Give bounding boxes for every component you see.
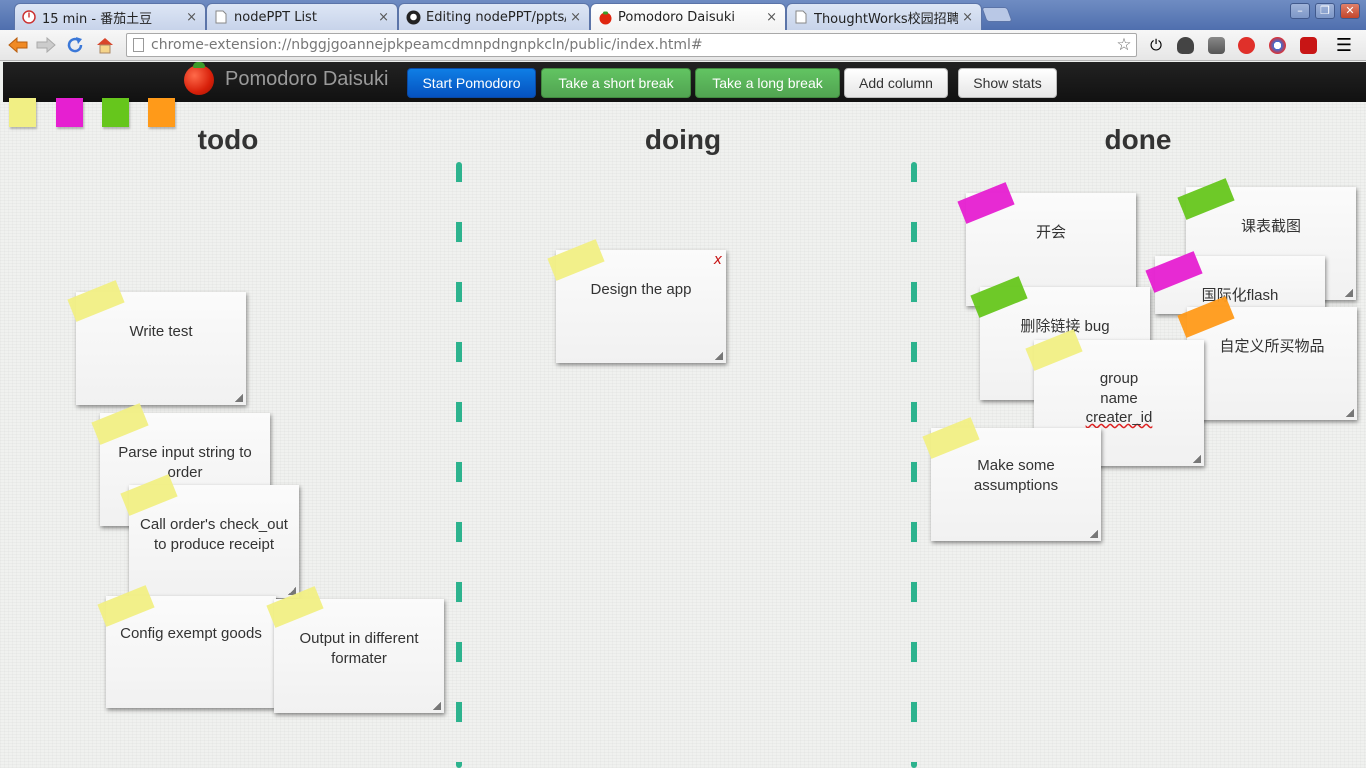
- tab-title: Editing nodePPT/ppts/d: [426, 9, 567, 25]
- menu-icon[interactable]: ☰: [1333, 34, 1355, 56]
- pocket-icon[interactable]: [1208, 37, 1225, 54]
- new-tab-button[interactable]: [981, 7, 1013, 22]
- home-icon[interactable]: [94, 34, 116, 56]
- close-icon[interactable]: ×: [766, 10, 777, 25]
- browser-tab-thoughtworks[interactable]: ThoughtWorks校园招聘 ×: [786, 3, 982, 30]
- bookmark-star-icon[interactable]: ☆: [1112, 35, 1136, 55]
- browser-tab-github[interactable]: Editing nodePPT/ppts/d ×: [398, 3, 590, 30]
- resize-handle[interactable]: [1193, 455, 1201, 463]
- card-text-line: name: [1100, 390, 1138, 407]
- green-note-swatch[interactable]: [102, 98, 129, 127]
- show-stats-button[interactable]: Show stats: [958, 68, 1057, 98]
- card-text: 开会: [1035, 224, 1066, 241]
- column-divider: [911, 162, 917, 768]
- card-text-line: creater_id: [1085, 409, 1153, 426]
- card-text: Config exempt goods: [120, 625, 262, 642]
- page-icon: [133, 38, 144, 52]
- tab-title: ThoughtWorks校园招聘: [814, 11, 959, 27]
- long-break-button[interactable]: Take a long break: [695, 68, 840, 98]
- reload-icon[interactable]: [64, 34, 86, 56]
- tomato-logo-icon: [184, 65, 214, 95]
- column-divider: [456, 162, 462, 768]
- resize-handle[interactable]: [715, 352, 723, 360]
- resize-handle[interactable]: [433, 702, 441, 710]
- card-text: 课表截图: [1240, 218, 1301, 235]
- page-icon: [213, 9, 229, 25]
- app-brand[interactable]: Pomodoro Daisuki: [225, 68, 388, 91]
- card-text: 自定义所买物品: [1219, 338, 1325, 355]
- url-text: chrome-extension://nbggjgoannejpkpeamcdm…: [151, 37, 703, 53]
- resize-handle[interactable]: [1090, 530, 1098, 538]
- card-text: Design the app: [590, 281, 692, 298]
- orange-note-swatch[interactable]: [148, 98, 175, 127]
- short-break-button[interactable]: Take a short break: [541, 68, 691, 98]
- page-icon: [793, 9, 809, 25]
- card-text-line: group: [1099, 370, 1139, 387]
- extension-icon[interactable]: [1269, 37, 1286, 54]
- restore-icon[interactable]: ❐: [1315, 3, 1335, 19]
- card-text: Output in different formater: [299, 630, 419, 667]
- tomato-leaf-icon: [193, 62, 205, 68]
- tab-title: Pomodoro Daisuki: [618, 9, 736, 25]
- card-text: Parse input string to order: [118, 444, 252, 481]
- todoist-icon[interactable]: [1238, 37, 1255, 54]
- browser-tab-pomodoro[interactable]: Pomodoro Daisuki ×: [590, 3, 786, 30]
- add-column-button[interactable]: Add column: [844, 68, 948, 98]
- card-text: 国际化flash: [1201, 287, 1279, 304]
- browser-tab-timer[interactable]: 15 min - 番茄土豆 ×: [14, 3, 206, 30]
- column-title-done: done: [1104, 124, 1172, 155]
- magenta-note-swatch[interactable]: [56, 98, 83, 127]
- card-text: Make some assumptions: [973, 457, 1059, 494]
- resize-handle[interactable]: [1346, 409, 1354, 417]
- window-close-icon[interactable]: ✕: [1340, 3, 1360, 19]
- minimize-icon[interactable]: –: [1290, 3, 1310, 19]
- film-icon[interactable]: [1300, 37, 1317, 54]
- close-icon[interactable]: ×: [186, 10, 197, 25]
- card-text: Write test: [129, 323, 193, 340]
- close-icon[interactable]: ×: [378, 10, 389, 25]
- forward-arrow-icon[interactable]: [35, 34, 57, 56]
- power-icon[interactable]: ⏻: [1145, 34, 1167, 56]
- tomato-icon: [597, 9, 613, 25]
- column-title-todo: todo: [197, 124, 259, 155]
- tab-title: nodePPT List: [234, 9, 317, 25]
- browser-toolbar: chrome-extension://nbggjgoannejpkpeamcdm…: [0, 30, 1366, 61]
- evernote-icon[interactable]: [1177, 37, 1194, 54]
- address-bar[interactable]: chrome-extension://nbggjgoannejpkpeamcdm…: [126, 33, 1137, 57]
- tomato-timer-icon: [21, 9, 37, 25]
- card-text: Call order's check_out to produce receip…: [140, 516, 288, 553]
- resize-handle[interactable]: [235, 394, 243, 402]
- browser-tab-nodeppt[interactable]: nodePPT List ×: [206, 3, 398, 30]
- yellow-note-swatch[interactable]: [9, 98, 36, 127]
- close-icon[interactable]: ×: [570, 10, 581, 25]
- start-pomodoro-button[interactable]: Start Pomodoro: [407, 68, 536, 98]
- resize-handle[interactable]: [1345, 289, 1353, 297]
- back-arrow-icon[interactable]: [7, 34, 29, 56]
- close-icon[interactable]: ×: [962, 10, 973, 25]
- tab-title: 15 min - 番茄土豆: [42, 11, 153, 27]
- delete-card-icon[interactable]: x: [714, 252, 722, 268]
- column-title-doing: doing: [644, 124, 722, 155]
- browser-tab-strip: 15 min - 番茄土豆 × nodePPT List × Editing n…: [0, 0, 1366, 30]
- github-icon: [405, 9, 421, 25]
